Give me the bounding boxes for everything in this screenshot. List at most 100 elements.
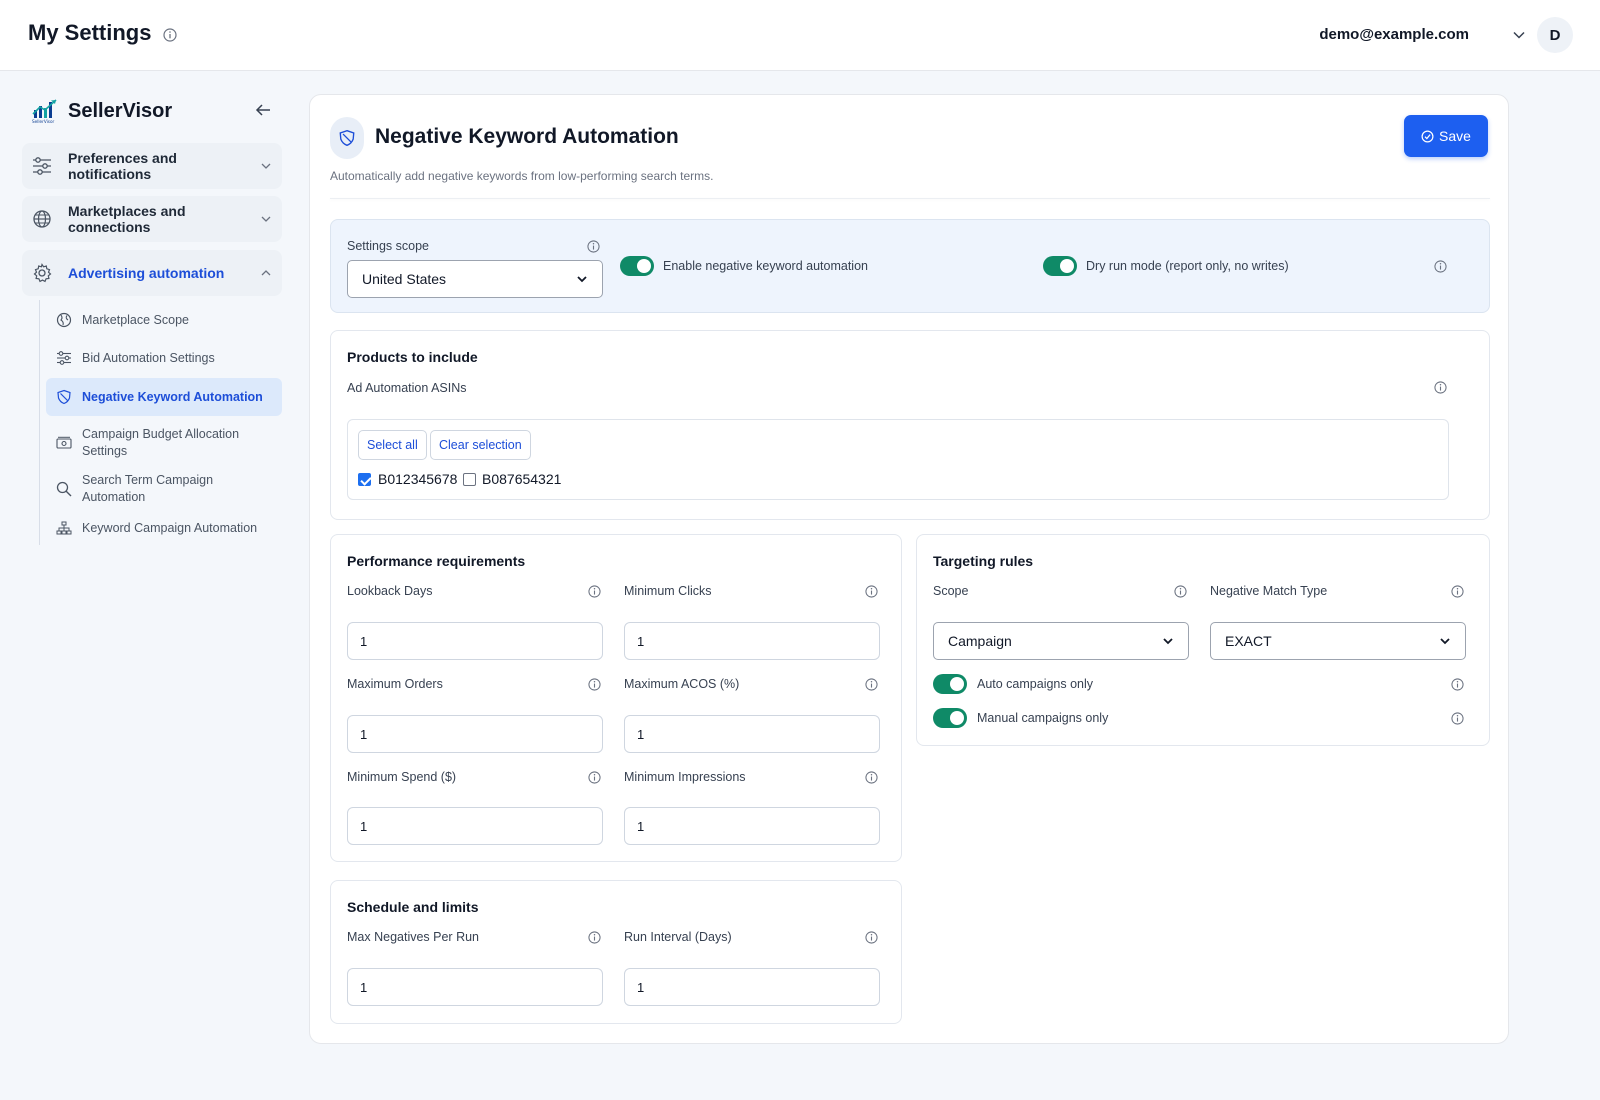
scope-label: Scope bbox=[933, 584, 969, 598]
info-icon[interactable] bbox=[163, 28, 177, 42]
info-icon[interactable] bbox=[865, 678, 878, 691]
sidebar-item-marketplace-scope[interactable]: Marketplace Scope bbox=[46, 307, 282, 333]
dry-run-label: Dry run mode (report only, no writes) bbox=[1086, 259, 1289, 273]
money-icon bbox=[56, 435, 72, 451]
info-icon[interactable] bbox=[865, 931, 878, 944]
enable-automation-toggle[interactable] bbox=[620, 256, 654, 276]
user-email[interactable]: demo@example.com bbox=[1319, 26, 1469, 43]
sidebar-item-label: Marketplace Scope bbox=[82, 312, 190, 327]
field-label: Run Interval (Days) bbox=[624, 930, 732, 944]
check-circle-icon bbox=[1421, 130, 1434, 142]
match-type-select[interactable]: EXACT bbox=[1210, 622, 1466, 660]
asin-checkbox[interactable] bbox=[358, 473, 371, 486]
lookback-days-input[interactable]: 1 bbox=[347, 622, 603, 660]
performance-title: Performance requirements bbox=[347, 553, 526, 569]
info-icon[interactable] bbox=[1451, 712, 1464, 725]
scope-select[interactable]: Campaign bbox=[933, 622, 1189, 660]
maximum-orders-input[interactable]: 1 bbox=[347, 715, 603, 753]
chevron-down-icon bbox=[1163, 638, 1173, 645]
nav-group-marketplaces[interactable]: Marketplaces and connections bbox=[22, 196, 282, 242]
run-interval-input[interactable]: 1 bbox=[624, 968, 880, 1006]
asin-label: B087654321 bbox=[482, 471, 562, 487]
settings-scope-select[interactable]: United States bbox=[347, 260, 603, 298]
asin-label: B012345678 bbox=[378, 471, 458, 487]
sellervisor-logo-icon: SellerVisor bbox=[32, 99, 57, 124]
info-icon[interactable] bbox=[1434, 381, 1447, 394]
sliders-icon bbox=[32, 156, 52, 176]
nav-group-preferences[interactable]: Preferences and notifications bbox=[22, 143, 282, 189]
minimum-impressions-input[interactable]: 1 bbox=[624, 807, 880, 845]
info-icon[interactable] bbox=[588, 771, 601, 784]
top-bar: My Settings demo@example.com D bbox=[0, 0, 1600, 71]
info-icon[interactable] bbox=[1434, 260, 1447, 273]
schedule-panel: Schedule and limits Max Negatives Per Ru… bbox=[330, 880, 902, 1024]
field-label: Minimum Impressions bbox=[624, 770, 746, 784]
sidebar-item-label: Keyword Campaign Automation bbox=[82, 520, 258, 535]
settings-card: Negative Keyword Automation Automaticall… bbox=[309, 94, 1509, 1044]
section-description: Automatically add negative keywords from… bbox=[330, 169, 714, 183]
shield-icon bbox=[56, 389, 72, 405]
globe-icon bbox=[56, 312, 72, 328]
search-icon bbox=[56, 481, 72, 497]
targeting-title: Targeting rules bbox=[933, 553, 1034, 569]
info-icon[interactable] bbox=[1451, 585, 1464, 598]
nav-group-advertising[interactable]: Advertising automation bbox=[22, 250, 282, 296]
asins-label: Ad Automation ASINs bbox=[347, 381, 467, 395]
info-icon[interactable] bbox=[588, 585, 601, 598]
save-button[interactable]: Save bbox=[1404, 115, 1488, 157]
sidebar-item-keyword-campaign[interactable]: Keyword Campaign Automation bbox=[46, 515, 282, 541]
page-title: My Settings bbox=[28, 20, 152, 45]
chevron-down-icon bbox=[261, 163, 271, 169]
asin-selector: Select all Clear selection B012345678 B0… bbox=[347, 419, 1449, 500]
asin-checkbox[interactable] bbox=[463, 473, 476, 486]
field-label: Lookback Days bbox=[347, 584, 433, 598]
max-negatives-input[interactable]: 1 bbox=[347, 968, 603, 1006]
info-icon[interactable] bbox=[588, 678, 601, 691]
sidebar-item-bid-automation[interactable]: Bid Automation Settings bbox=[46, 345, 282, 371]
auto-campaigns-toggle[interactable] bbox=[933, 674, 967, 694]
chevron-down-icon bbox=[1440, 638, 1450, 645]
info-icon[interactable] bbox=[865, 771, 878, 784]
collapse-sidebar-arrow-icon[interactable] bbox=[255, 103, 271, 117]
nav-group-label: Advertising automation bbox=[68, 265, 225, 281]
chevron-down-icon bbox=[577, 276, 587, 283]
match-type-label: Negative Match Type bbox=[1210, 584, 1328, 598]
info-icon[interactable] bbox=[865, 585, 878, 598]
header-divider bbox=[330, 198, 1490, 199]
brand-name: SellerVisor bbox=[68, 99, 173, 122]
sidebar-item-negative-keyword[interactable]: Negative Keyword Automation bbox=[46, 378, 282, 416]
field-label: Minimum Spend ($) bbox=[347, 770, 457, 784]
schedule-title: Schedule and limits bbox=[347, 899, 479, 915]
maximum-acos-input[interactable]: 1 bbox=[624, 715, 880, 753]
sidebar-item-campaign-budget[interactable]: Campaign Budget Allocation Settings bbox=[46, 425, 282, 461]
sidebar-item-label: Search Term Campaign Automation bbox=[82, 473, 214, 504]
svg-text:SellerVisor: SellerVisor bbox=[32, 119, 55, 124]
info-icon[interactable] bbox=[1174, 585, 1187, 598]
chevron-down-icon[interactable] bbox=[1512, 28, 1526, 42]
minimum-clicks-input[interactable]: 1 bbox=[624, 622, 880, 660]
sliders-icon bbox=[56, 350, 72, 366]
sidebar-item-label: Bid Automation Settings bbox=[82, 350, 215, 365]
dry-run-toggle[interactable] bbox=[1043, 256, 1077, 276]
sidebar-item-search-term[interactable]: Search Term Campaign Automation bbox=[46, 473, 282, 504]
field-label: Max Negatives Per Run bbox=[347, 930, 480, 944]
info-icon[interactable] bbox=[587, 240, 600, 253]
nav-group-label: Marketplaces and connections bbox=[68, 203, 186, 235]
match-type-value: EXACT bbox=[1225, 633, 1272, 649]
performance-panel: Performance requirements Lookback Days 1… bbox=[330, 534, 902, 862]
brand-logo[interactable]: SellerVisor SellerVisor bbox=[32, 98, 172, 124]
info-icon[interactable] bbox=[1451, 678, 1464, 691]
sidebar-item-label: Negative Keyword Automation bbox=[82, 389, 263, 404]
info-icon[interactable] bbox=[588, 931, 601, 944]
settings-scope-label: Settings scope bbox=[347, 239, 429, 253]
field-label: Minimum Clicks bbox=[624, 584, 712, 598]
save-label: Save bbox=[1439, 128, 1471, 144]
avatar[interactable]: D bbox=[1537, 17, 1573, 53]
select-all-button[interactable]: Select all bbox=[358, 430, 427, 460]
sitemap-icon bbox=[56, 520, 72, 536]
minimum-spend-input[interactable]: 1 bbox=[347, 807, 603, 845]
auto-campaigns-label: Auto campaigns only bbox=[977, 677, 1094, 691]
clear-selection-button[interactable]: Clear selection bbox=[430, 430, 531, 460]
manual-campaigns-toggle[interactable] bbox=[933, 708, 967, 728]
targeting-panel: Targeting rules Scope Campaign Negative … bbox=[916, 534, 1490, 746]
